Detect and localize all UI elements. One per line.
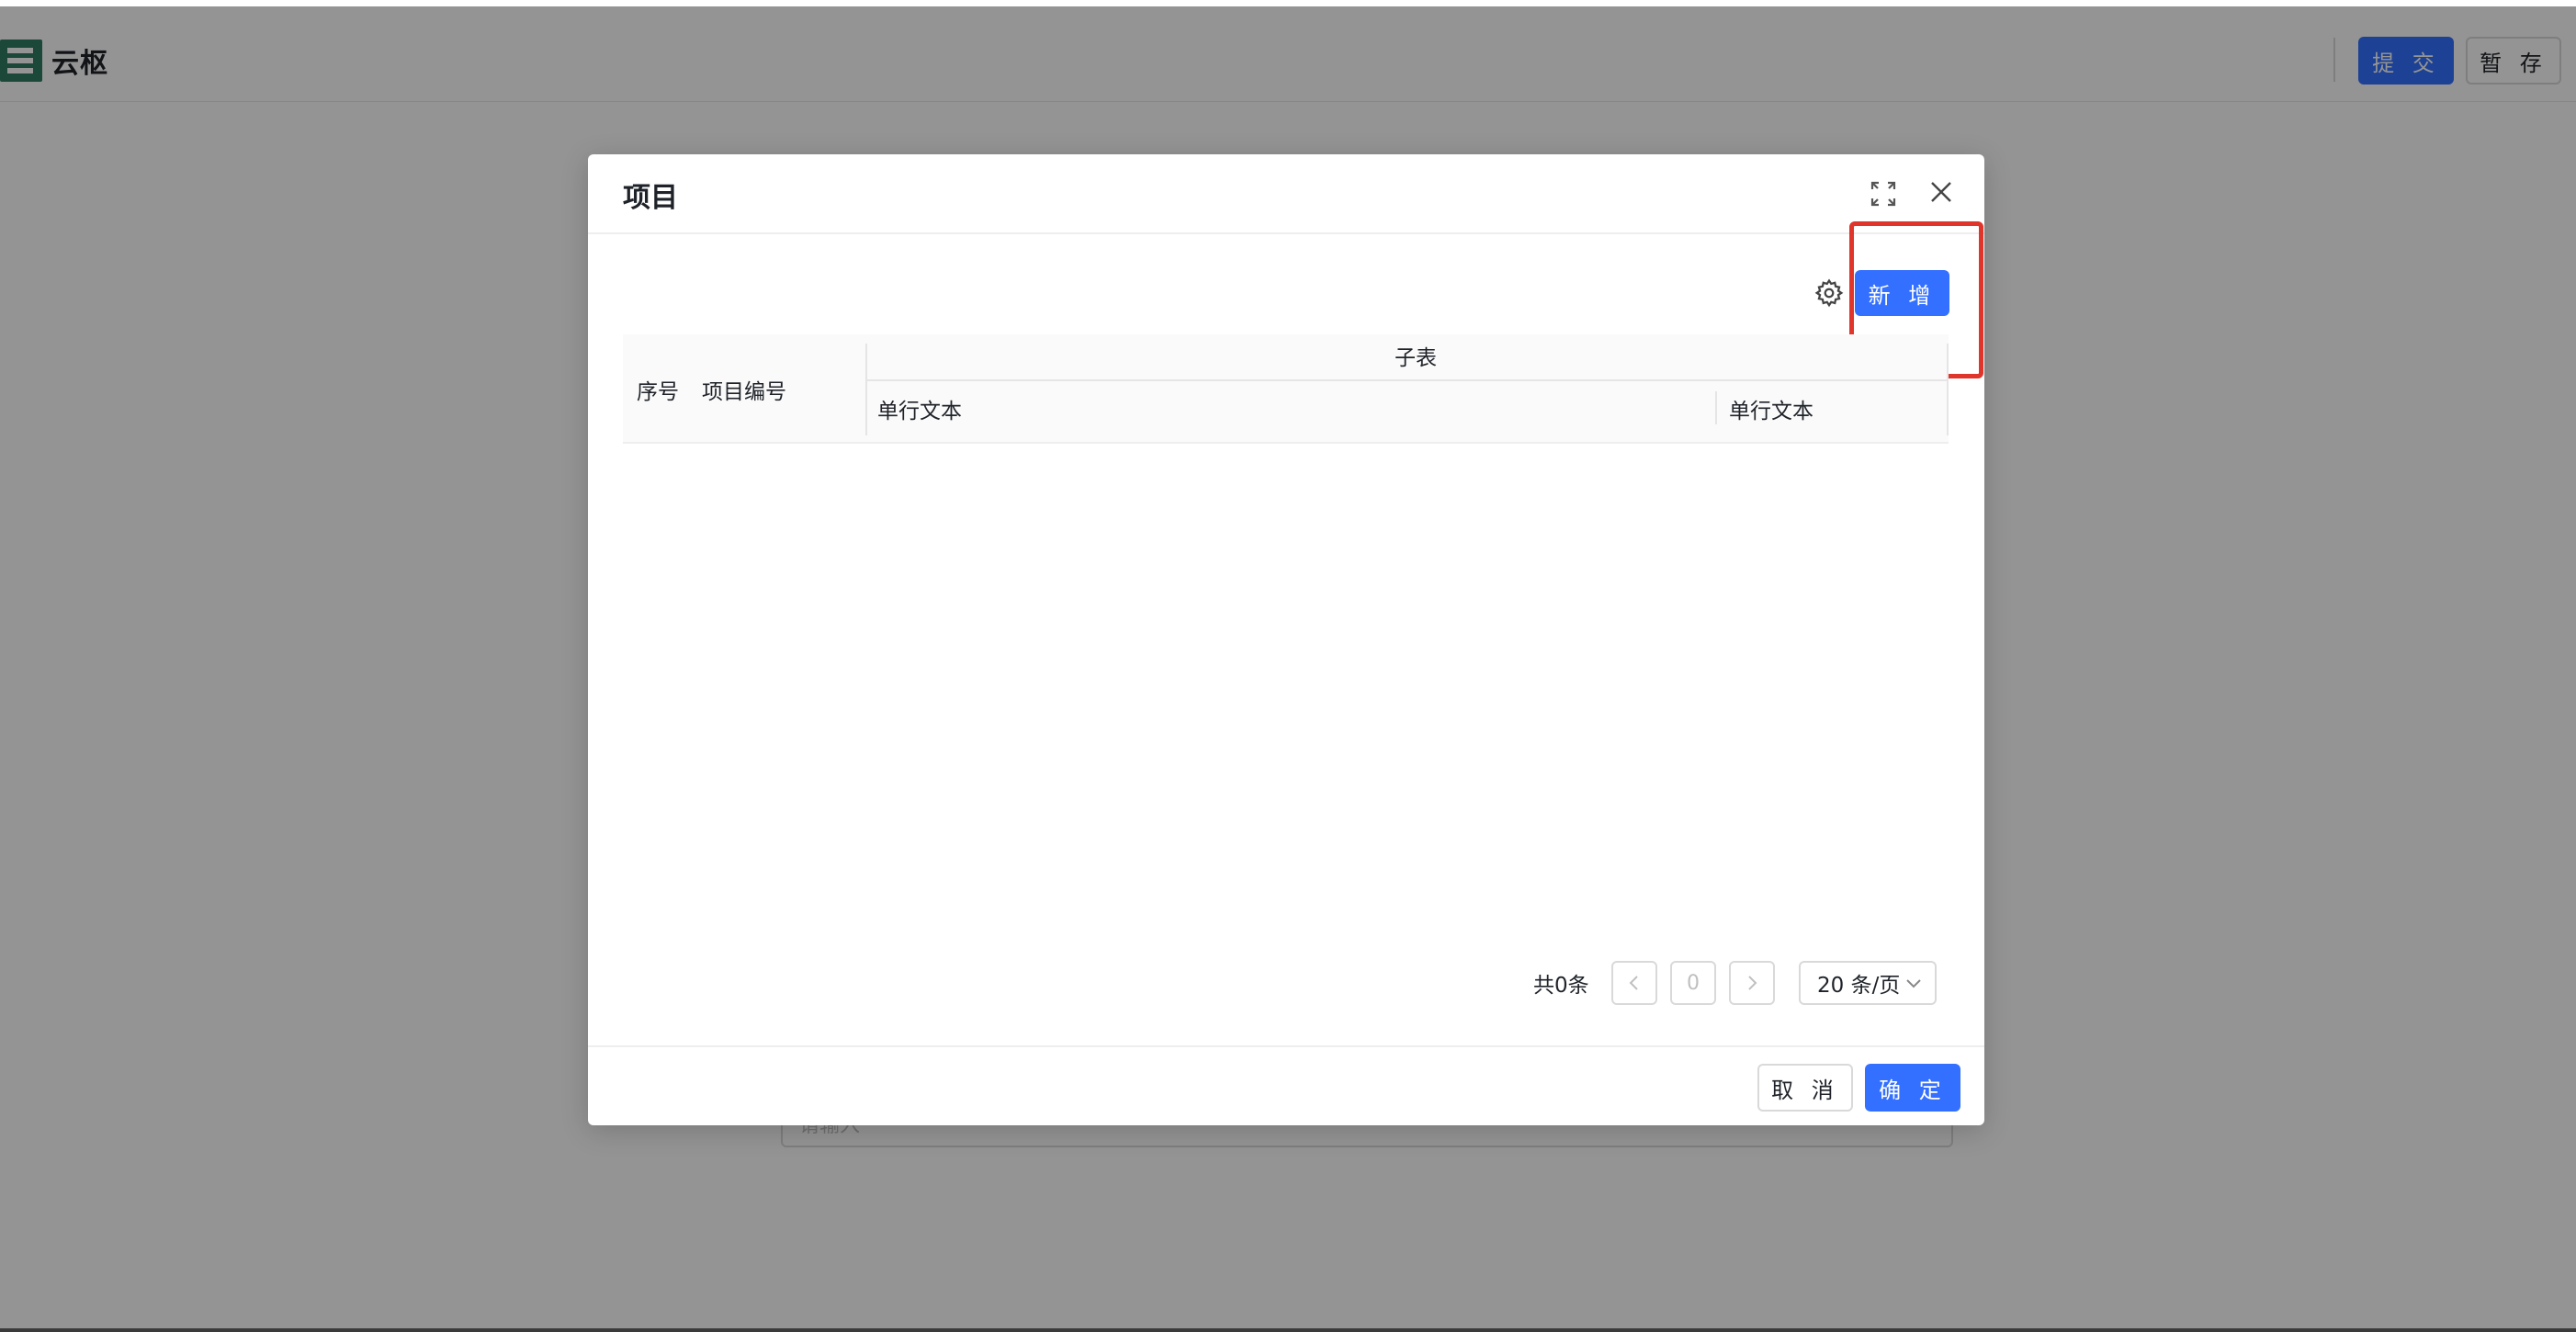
cancel-button[interactable]: 取 消 [1757, 1064, 1853, 1112]
group-divider [867, 379, 1949, 381]
bottom-edge [0, 1328, 2576, 1332]
fullscreen-icon[interactable] [1870, 180, 1897, 208]
chevron-down-icon [1906, 979, 1922, 988]
column-header-single-text-2: 单行文本 [1729, 400, 1813, 423]
page-size-value: 20 条/页 [1817, 974, 1901, 998]
column-divider [1715, 391, 1717, 424]
dialog-title: 项目 [623, 182, 678, 214]
add-button[interactable]: 新 增 [1855, 270, 1949, 316]
confirm-button[interactable]: 确 定 [1865, 1064, 1960, 1112]
column-divider [865, 344, 867, 435]
prev-page-button[interactable] [1611, 961, 1657, 1005]
pagination-total: 共0条 [1533, 974, 1589, 998]
top-strip [0, 0, 2576, 6]
column-header-project-code: 项目编号 [702, 380, 786, 404]
project-dialog: 项目 新 增 序号 项目编号 子表 单行文本 单行文本 共0条 0 20 条/页… [588, 154, 1984, 1125]
column-group-subtable: 子表 [1395, 346, 1437, 370]
column-divider [1947, 344, 1949, 435]
chevron-right-icon [1748, 976, 1757, 990]
column-header-seq: 序号 [637, 380, 679, 404]
next-page-button[interactable] [1729, 961, 1775, 1005]
dialog-footer: 取 消 确 定 [588, 1045, 1984, 1125]
current-page[interactable]: 0 [1670, 961, 1716, 1005]
chevron-left-icon [1629, 976, 1638, 990]
page-size-select[interactable]: 20 条/页 [1799, 961, 1937, 1005]
gear-icon[interactable] [1813, 277, 1845, 309]
close-icon[interactable] [1926, 176, 1957, 208]
table-header: 序号 项目编号 子表 单行文本 单行文本 [623, 334, 1949, 444]
dialog-header: 项目 [588, 154, 1984, 234]
column-header-single-text-1: 单行文本 [877, 400, 962, 423]
